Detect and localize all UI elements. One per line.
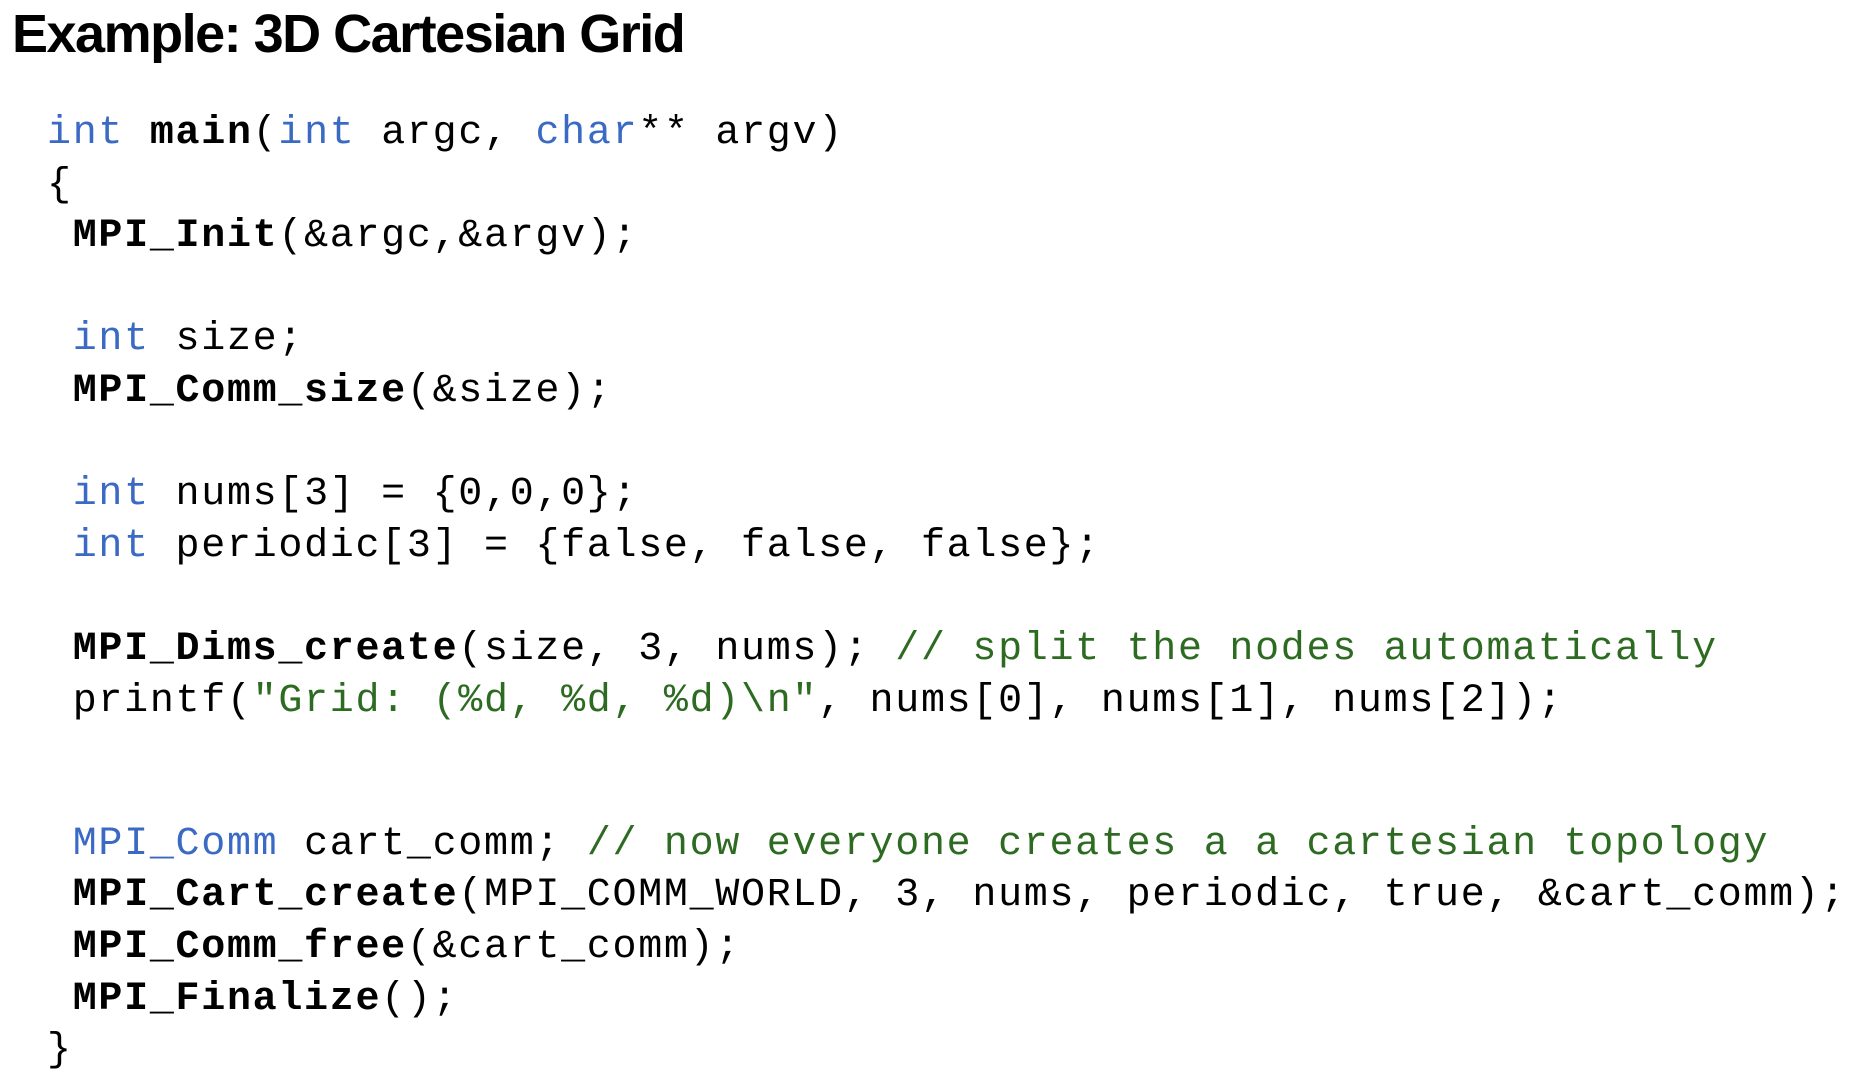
code-text: {	[47, 162, 73, 208]
code-text: periodic[3] = {false, false, false};	[149, 523, 1101, 569]
code-line: }	[47, 1025, 1846, 1077]
code-line: MPI_Comm_size(&size);	[47, 366, 1846, 418]
slide-title: Example: 3D Cartesian Grid	[12, 4, 686, 64]
code-line: MPI_Finalize();	[47, 974, 1846, 1026]
code-string: "Grid: (%d, %d, %d)\n"	[252, 678, 819, 724]
code-keyword: int	[72, 523, 150, 569]
code-text: (	[252, 111, 279, 156]
code-line: MPI_Dims_create(size, 3, nums); // split…	[47, 624, 1846, 676]
code-line: MPI_Comm cart_comm; // now everyone crea…	[47, 819, 1846, 871]
code-function: main	[149, 111, 253, 156]
code-function: MPI_Cart_create	[72, 873, 459, 919]
code-keyword: int	[278, 111, 356, 156]
code-line: printf("Grid: (%d, %d, %d)\n", nums[0], …	[47, 676, 1846, 728]
code-function: MPI_Dims_create	[72, 626, 459, 672]
code-comment: // split the nodes automatically	[895, 626, 1718, 672]
code-keyword: int	[72, 472, 150, 518]
code-text: size;	[149, 317, 305, 363]
code-line: int nums[3] = {0,0,0};	[47, 469, 1846, 521]
code-keyword: char	[535, 111, 639, 156]
code-text: ();	[381, 976, 459, 1022]
code-line: MPI_Init(&argc,&argv);	[47, 211, 1846, 263]
code-text: }	[47, 1028, 73, 1074]
code-function: MPI_Init	[72, 214, 279, 260]
code-keyword: MPI_Comm	[72, 821, 279, 867]
code-text: (&size);	[406, 368, 613, 414]
code-keyword: int	[72, 317, 150, 363]
code-function: MPI_Finalize	[72, 976, 382, 1022]
code-text: (&argc,&argv);	[278, 214, 639, 260]
code-text: , nums[0], nums[1], nums[2]);	[818, 678, 1564, 724]
code-comment: // now everyone creates a a cartesian to…	[586, 821, 1770, 867]
code-text: nums[3] = {0,0,0};	[149, 472, 639, 518]
code-line: int size;	[47, 314, 1846, 366]
code-line: int main(int argc, char** argv)	[47, 108, 1846, 160]
code-line: MPI_Comm_free(&cart_comm);	[47, 922, 1846, 974]
code-text: cart_comm;	[278, 821, 587, 867]
code-line: MPI_Cart_create(MPI_COMM_WORLD, 3, nums,…	[47, 870, 1846, 922]
code-text: argc,	[355, 111, 536, 156]
code-text: (size, 3, nums);	[458, 626, 896, 672]
code-text: (MPI_COMM_WORLD, 3, nums, periodic, true…	[458, 873, 1847, 919]
code-text: (&cart_comm);	[406, 924, 742, 970]
code-function: MPI_Comm_free	[72, 924, 407, 970]
code-line: int periodic[3] = {false, false, false};	[47, 521, 1846, 573]
code-text: printf(	[47, 678, 253, 724]
code-function: MPI_Comm_size	[72, 368, 407, 414]
code-block: int main(int argc, char** argv){ MPI_Ini…	[47, 108, 1846, 1077]
code-text: ** argv)	[638, 111, 844, 156]
code-line: {	[47, 160, 1846, 212]
code-keyword: int	[47, 111, 125, 156]
